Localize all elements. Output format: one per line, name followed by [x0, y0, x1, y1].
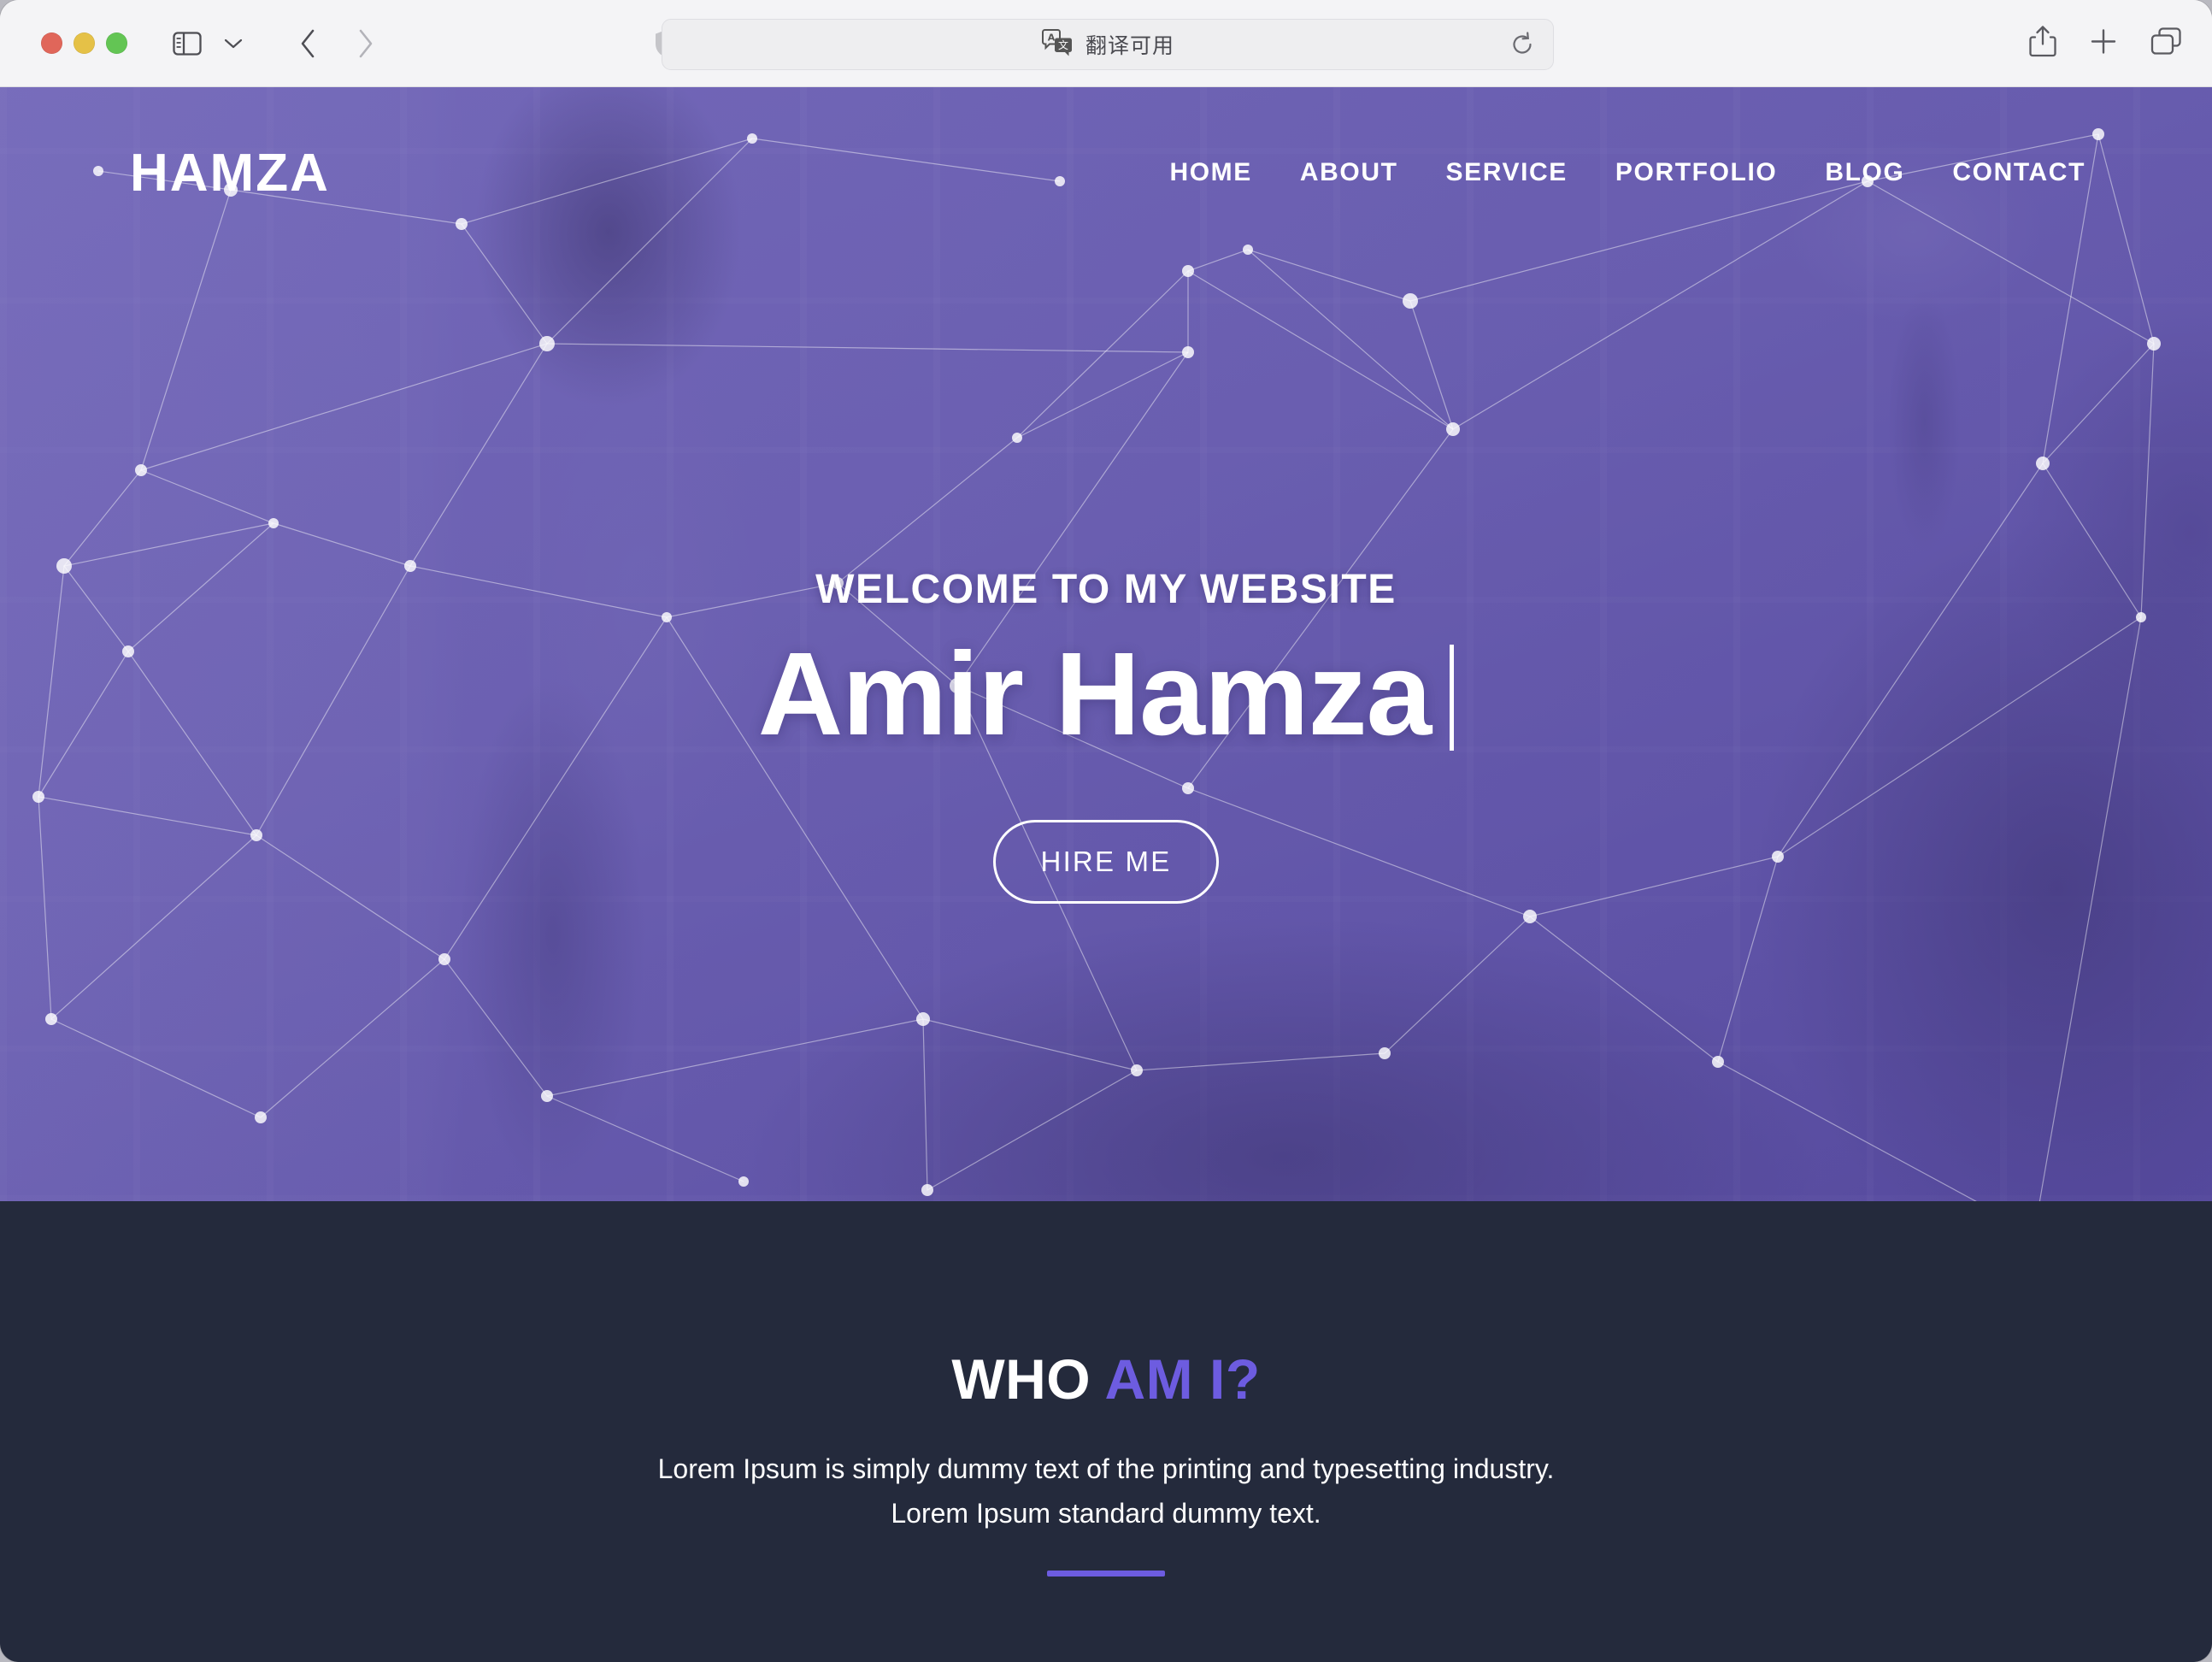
- address-bar-content: A 文 翻译可用: [1041, 28, 1174, 61]
- nav-item-portfolio[interactable]: PORTFOLIO: [1615, 150, 1777, 196]
- zoom-window-button[interactable]: [106, 32, 127, 54]
- about-title: WHO AM I?: [951, 1347, 1260, 1412]
- nav-item-about[interactable]: ABOUT: [1300, 150, 1398, 196]
- hero-name-text: Amir Hamza: [757, 628, 1433, 760]
- translate-icon[interactable]: A 文: [1041, 28, 1074, 61]
- share-icon[interactable]: [2029, 25, 2056, 62]
- svg-text:A: A: [1048, 32, 1056, 43]
- browser-window: A 文 翻译可用 HAMZA HOME ABOUT SERVICE PORTFO…: [0, 0, 2212, 1662]
- hire-me-button[interactable]: HIRE ME: [993, 820, 1219, 904]
- hero-content: WELCOME TO MY WEBSITE Amir Hamza HIRE ME: [0, 566, 2212, 904]
- nav-item-home[interactable]: HOME: [1169, 150, 1251, 196]
- close-window-button[interactable]: [41, 32, 62, 54]
- chevron-down-icon[interactable]: [211, 21, 256, 66]
- address-bar[interactable]: A 文 翻译可用: [662, 19, 1554, 70]
- nav-item-blog[interactable]: BLOG: [1825, 150, 1904, 196]
- typing-cursor: [1450, 645, 1455, 751]
- window-controls: [41, 32, 127, 54]
- nav-item-service[interactable]: SERVICE: [1446, 150, 1568, 196]
- nav-item-contact[interactable]: CONTACT: [1952, 150, 2086, 196]
- about-paragraph: Lorem Ipsum is simply dummy text of the …: [657, 1453, 1555, 1529]
- forward-button[interactable]: [343, 21, 387, 66]
- hero-welcome-text: WELCOME TO MY WEBSITE: [815, 567, 1397, 612]
- hero-name-row: Amir Hamza: [758, 635, 1455, 753]
- tab-overview-icon[interactable]: [2150, 27, 2183, 60]
- reload-icon[interactable]: [1505, 27, 1539, 62]
- sidebar-toggle-icon[interactable]: [165, 21, 209, 66]
- back-button[interactable]: [286, 21, 331, 66]
- minimize-window-button[interactable]: [74, 32, 95, 54]
- hero-section: HAMZA HOME ABOUT SERVICE PORTFOLIO BLOG …: [0, 87, 2212, 1201]
- address-bar-text: 翻译可用: [1085, 33, 1174, 58]
- site-logo[interactable]: HAMZA: [130, 143, 330, 203]
- about-title-main: WHO: [951, 1347, 1105, 1411]
- about-divider: [1047, 1570, 1165, 1577]
- new-tab-icon[interactable]: [2089, 27, 2118, 60]
- about-title-accent: AM I?: [1104, 1347, 1261, 1411]
- browser-toolbar: A 文 翻译可用: [0, 0, 2212, 87]
- svg-text:文: 文: [1058, 38, 1068, 51]
- toolbar-right-actions: [2029, 25, 2183, 62]
- nav-links: HOME ABOUT SERVICE PORTFOLIO BLOG CONTAC…: [1169, 150, 2086, 196]
- about-section: WHO AM I? Lorem Ipsum is simply dummy te…: [0, 1201, 2212, 1662]
- site-navigation: HAMZA HOME ABOUT SERVICE PORTFOLIO BLOG …: [0, 87, 2212, 258]
- page-viewport: HAMZA HOME ABOUT SERVICE PORTFOLIO BLOG …: [0, 87, 2212, 1662]
